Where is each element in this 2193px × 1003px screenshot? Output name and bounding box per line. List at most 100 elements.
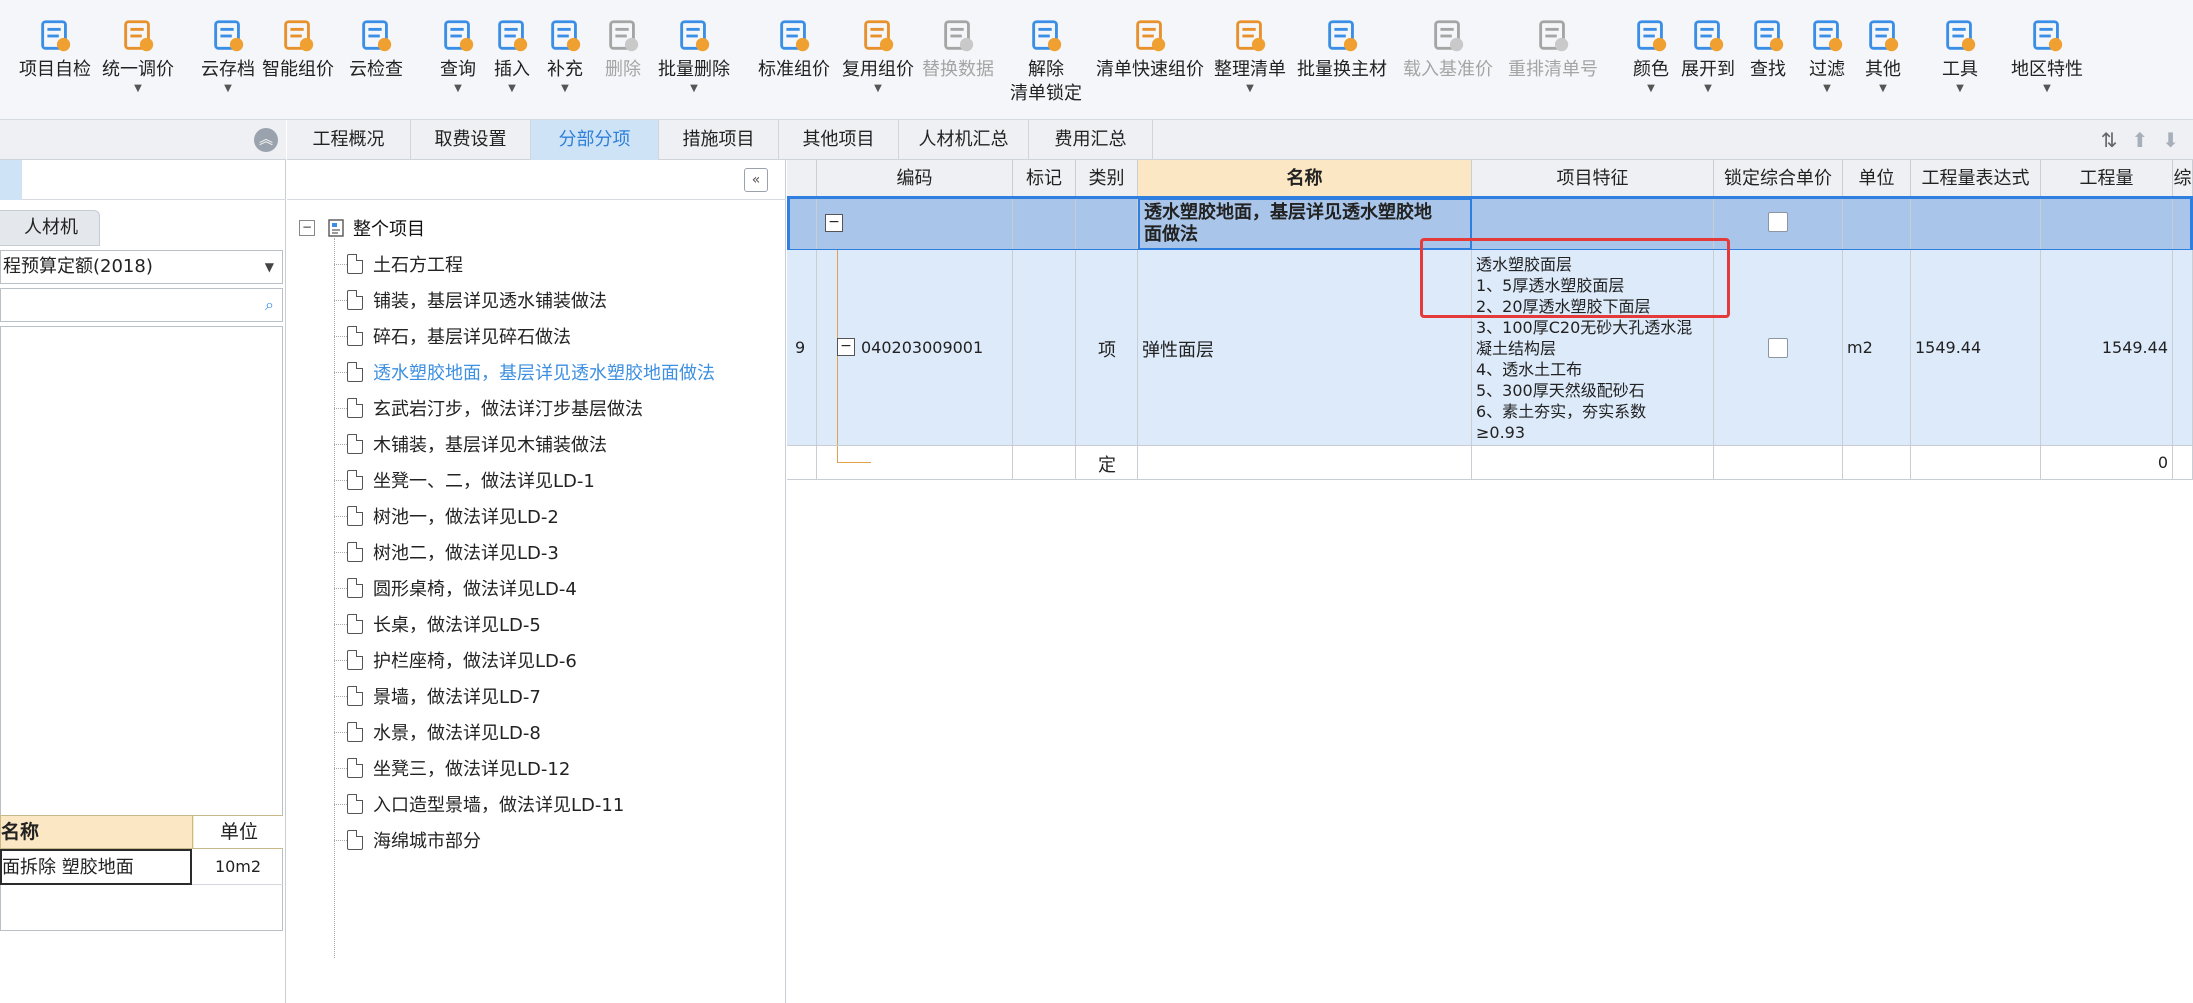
dropdown-caret-icon[interactable]: ▼ <box>2043 84 2051 94</box>
column-header[interactable]: 名称 <box>1138 160 1472 198</box>
dropdown-caret-icon[interactable]: ▼ <box>1647 84 1655 94</box>
dropdown-caret-icon[interactable]: ▼ <box>224 84 232 94</box>
column-header[interactable]: 标记 <box>1013 160 1076 198</box>
tree-item[interactable]: 玄武岩汀步，做法详汀步基层做法 <box>347 390 643 426</box>
name-cell[interactable] <box>1138 446 1472 480</box>
category-cell[interactable]: 项 <box>1076 250 1138 446</box>
tree-item[interactable]: 透水塑胶地面，基层详见透水塑胶地面做法 <box>347 354 715 390</box>
unit-cell[interactable] <box>1843 198 1911 250</box>
lock-price-checkbox[interactable] <box>1768 212 1788 232</box>
category-cell[interactable] <box>1076 198 1138 250</box>
toolbar-button-16[interactable]: 整理清单 ▼ <box>1210 16 1290 94</box>
tree-item[interactable]: 坐凳三，做法详见LD-12 <box>347 750 570 786</box>
toolbar-button-5[interactable]: 云检查 <box>336 16 416 82</box>
toolbar-button-1[interactable]: 项目自检 <box>15 16 95 82</box>
tree-item[interactable]: 铺装，基层详见透水铺装做法 <box>347 282 607 318</box>
toolbar-button-2[interactable]: 统一调价 ▼ <box>98 16 178 94</box>
tab-7[interactable]: 费用汇总 <box>1029 120 1153 160</box>
tab-2[interactable]: 取费设置 <box>411 120 531 160</box>
tab-rcj[interactable]: 人材机 <box>0 210 100 246</box>
tree-item[interactable]: 护栏座椅，做法详见LD-6 <box>347 642 577 678</box>
mark-cell[interactable] <box>1013 250 1076 446</box>
toolbar-button-4[interactable]: 智能组价 <box>258 16 338 82</box>
dropdown-caret-icon[interactable]: ▼ <box>1879 84 1887 94</box>
mark-cell[interactable] <box>1013 198 1076 250</box>
tree-item[interactable]: 土石方工程 <box>347 246 463 282</box>
sub-table-cell-name[interactable]: 面拆除 塑胶地面 <box>0 849 192 885</box>
column-header[interactable]: 项目特征 <box>1472 160 1714 198</box>
collapse-left-icon[interactable]: « <box>744 168 768 192</box>
toolbar-button-14[interactable]: 解除 清单锁定 <box>1006 16 1086 106</box>
lock-price-cell[interactable] <box>1714 446 1843 480</box>
unit-cell[interactable]: m2 <box>1843 250 1911 446</box>
toolbar-button-12[interactable]: 复用组价 ▼ <box>838 16 918 94</box>
tree-item[interactable]: 景墙，做法详见LD-7 <box>347 678 541 714</box>
tree-item[interactable]: 圆形桌椅，做法详见LD-4 <box>347 570 577 606</box>
mark-cell[interactable] <box>1013 446 1076 480</box>
column-header[interactable]: 类别 <box>1076 160 1138 198</box>
tree-item[interactable]: 树池二，做法详见LD-3 <box>347 534 559 570</box>
column-header[interactable]: 综 <box>2173 160 2193 198</box>
tree-item[interactable]: 坐凳一、二，做法详见LD-1 <box>347 462 595 498</box>
tree-item[interactable]: 水景，做法详见LD-8 <box>347 714 541 750</box>
tree-root[interactable]: − 整个项目 <box>299 210 425 246</box>
code-cell[interactable]: − 040203009001 <box>817 250 1013 446</box>
column-header[interactable]: 工程量 <box>2041 160 2173 198</box>
header-corner[interactable] <box>787 160 817 198</box>
quota-library-select[interactable]: 程预算定额(2018) ▼ <box>0 250 283 284</box>
left-strip-selection[interactable] <box>0 160 22 200</box>
column-header[interactable]: 编码 <box>817 160 1013 198</box>
dropdown-caret-icon[interactable]: ▼ <box>874 84 882 94</box>
toolbar-button-18[interactable]: 载入基准价 <box>1403 16 1493 82</box>
extra-cell[interactable] <box>2173 250 2193 446</box>
feature-cell[interactable] <box>1472 446 1714 480</box>
dropdown-caret-icon[interactable]: ▼ <box>454 84 462 94</box>
toolbar-button-19[interactable]: 重排清单号 <box>1508 16 1598 82</box>
qty-cell[interactable]: 1549.44 <box>2041 250 2173 446</box>
column-header[interactable]: 工程量表达式 <box>1911 160 2041 198</box>
code-cell[interactable] <box>817 446 1013 480</box>
toolbar-button-10[interactable]: 批量删除 ▼ <box>654 16 734 94</box>
toolbar-button-9[interactable]: 删除 <box>583 16 663 82</box>
search-icon[interactable]: ⌕ <box>265 295 274 315</box>
tab-3[interactable]: 分部分项 <box>531 120 659 160</box>
tab-5[interactable]: 其他项目 <box>779 120 899 160</box>
tree-item[interactable]: 碎石，基层详见碎石做法 <box>347 318 571 354</box>
tree-item[interactable]: 入口造型景墙，做法详见LD-11 <box>347 786 624 822</box>
toolbar-button-15[interactable]: 清单快速组价 <box>1096 16 1204 82</box>
toolbar-button-3[interactable]: 云存档 ▼ <box>188 16 268 94</box>
column-settings-icon[interactable]: ⇅ <box>2101 128 2118 152</box>
qty-cell[interactable]: 0 <box>2041 446 2173 480</box>
toolbar-button-17[interactable]: 批量换主材 <box>1297 16 1387 82</box>
expr-cell[interactable] <box>1911 198 2041 250</box>
move-down-icon[interactable]: ⬇ <box>2162 128 2179 152</box>
tree-item[interactable]: 长桌，做法详见LD-5 <box>347 606 541 642</box>
code-cell[interactable]: − <box>817 198 1013 250</box>
chevron-down-icon[interactable]: ▼ <box>265 251 274 283</box>
move-up-icon[interactable]: ⬆ <box>2131 128 2148 152</box>
tree-collapse-toggle[interactable]: − <box>299 220 315 236</box>
column-header[interactable]: 单位 <box>1843 160 1911 198</box>
tab-4[interactable]: 措施项目 <box>659 120 779 160</box>
dropdown-caret-icon[interactable]: ▼ <box>1823 84 1831 94</box>
row-collapse-toggle[interactable]: − <box>837 338 855 356</box>
dropdown-caret-icon[interactable]: ▼ <box>1246 84 1254 94</box>
tree-item[interactable]: 海绵城市部分 <box>347 822 481 858</box>
collapse-up-icon[interactable]: ︽ <box>254 128 278 152</box>
toolbar-button-13[interactable]: 替换数据 <box>918 16 998 82</box>
toolbar-button-24[interactable]: 其他 ▼ <box>1843 16 1923 94</box>
extra-cell[interactable] <box>2173 446 2193 480</box>
tree-item[interactable]: 木铺装，基层详见木铺装做法 <box>347 426 607 462</box>
toolbar-button-11[interactable]: 标准组价 <box>754 16 834 82</box>
toolbar-button-26[interactable]: 地区特性 ▼ <box>2007 16 2087 94</box>
toolbar-button-25[interactable]: 工具 ▼ <box>1920 16 2000 94</box>
column-header[interactable]: 锁定综合单价 <box>1714 160 1843 198</box>
tree-item[interactable]: 树池一，做法详见LD-2 <box>347 498 559 534</box>
sub-table-row[interactable]: 面拆除 塑胶地面 10m2 <box>0 849 283 885</box>
tab-1[interactable]: 工程概况 <box>287 120 411 160</box>
unit-cell[interactable] <box>1843 446 1911 480</box>
expr-cell[interactable] <box>1911 446 2041 480</box>
dropdown-caret-icon[interactable]: ▼ <box>508 84 516 94</box>
quota-search-input[interactable]: ⌕ <box>0 288 283 322</box>
expr-cell[interactable]: 1549.44 <box>1911 250 2041 446</box>
